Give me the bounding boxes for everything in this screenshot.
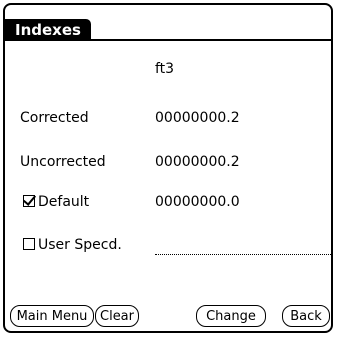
page-title: Indexes xyxy=(5,19,91,41)
user-specd-label: User Specd. xyxy=(38,237,122,253)
default-value: 00000000.0 xyxy=(155,194,240,210)
clear-button[interactable]: Clear xyxy=(95,305,139,327)
back-button[interactable]: Back xyxy=(282,305,330,327)
change-button[interactable]: Change xyxy=(196,305,266,327)
corrected-label: Corrected xyxy=(20,110,89,126)
user-specd-checkbox-row[interactable]: User Specd. xyxy=(23,236,122,254)
user-specd-checkbox[interactable] xyxy=(23,238,35,250)
title-bar: Indexes xyxy=(5,19,331,41)
device-screen: Indexes ft3 Corrected 00000000.2 Uncorre… xyxy=(3,3,333,333)
corrected-value: 00000000.2 xyxy=(155,110,240,126)
uncorrected-value: 00000000.2 xyxy=(155,154,240,170)
user-specd-field[interactable] xyxy=(155,254,331,255)
main-menu-button[interactable]: Main Menu xyxy=(10,305,94,327)
default-checkbox-row[interactable]: Default xyxy=(23,193,89,211)
default-checkbox[interactable] xyxy=(23,195,35,207)
units-label: ft3 xyxy=(155,61,175,77)
default-label: Default xyxy=(38,194,90,210)
uncorrected-label: Uncorrected xyxy=(20,154,106,170)
